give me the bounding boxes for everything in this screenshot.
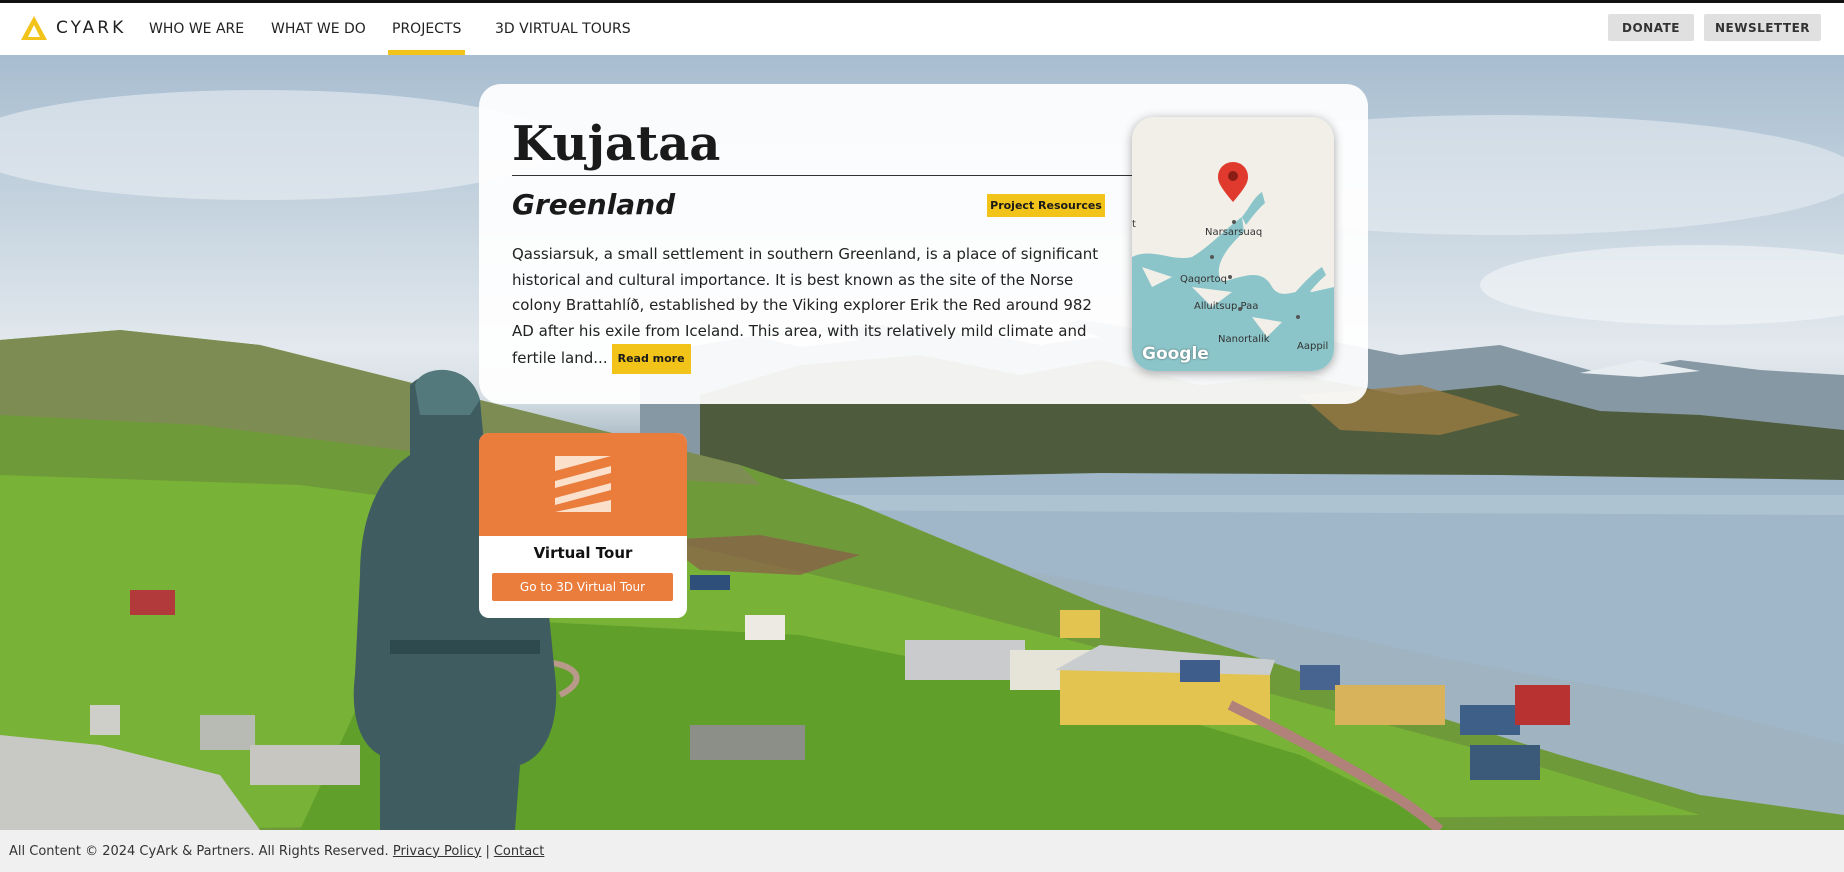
- go-to-virtual-tour-button[interactable]: Go to 3D Virtual Tour: [492, 573, 673, 601]
- virtual-tour-card: Virtual Tour Go to 3D Virtual Tour: [479, 433, 687, 618]
- project-title: Kujataa: [512, 116, 721, 172]
- footer-copyright: All Content © 2024 CyArk & Partners. All…: [9, 843, 389, 859]
- map-label-alluitsup-paa: Alluitsup Paa: [1194, 301, 1259, 312]
- privacy-policy-link[interactable]: Privacy Policy: [393, 844, 482, 859]
- project-resources-button[interactable]: Project Resources: [987, 194, 1105, 217]
- footer-separator: |: [485, 843, 490, 859]
- project-info-card: Kujataa Greenland Project Resources Qass…: [479, 84, 1368, 404]
- donate-button[interactable]: DONATE: [1608, 14, 1694, 41]
- nav-who-we-are[interactable]: WHO WE ARE: [149, 3, 244, 55]
- project-description: Qassiarsuk, a small settlement in southe…: [512, 242, 1112, 374]
- project-description-text: Qassiarsuk, a small settlement in southe…: [512, 245, 1099, 367]
- map-label-nanortalik: Nanortalik: [1218, 334, 1270, 345]
- map-label-qaqortoq: Qaqortoq: [1180, 274, 1227, 285]
- virtual-tour-banner: [479, 433, 687, 536]
- map-label-narsarsuaq: Narsarsuaq: [1205, 227, 1263, 238]
- read-more-button[interactable]: Read more: [611, 344, 691, 374]
- google-logo: Google: [1142, 344, 1209, 364]
- virtual-tour-icon: [555, 456, 611, 512]
- footer: All Content © 2024 CyArk & Partners. All…: [0, 830, 1844, 872]
- map-label-aappilattoq: Aappil: [1297, 341, 1329, 352]
- logo-text: CYARK: [56, 18, 127, 38]
- title-divider: [512, 175, 1162, 176]
- newsletter-button[interactable]: NEWSLETTER: [1704, 14, 1821, 41]
- virtual-tour-title: Virtual Tour: [533, 544, 633, 562]
- nav-what-we-do[interactable]: WHAT WE DO: [271, 3, 366, 55]
- map-terrain: [1132, 117, 1334, 371]
- nav-3d-virtual-tours[interactable]: 3D VIRTUAL TOURS: [495, 3, 631, 55]
- project-location: Greenland: [512, 188, 676, 221]
- contact-link[interactable]: Contact: [494, 844, 545, 859]
- navbar: CYARK WHO WE ARE WHAT WE DO PROJECTS 3D …: [0, 3, 1844, 55]
- cyark-logo[interactable]: CYARK: [20, 15, 126, 41]
- nav-projects[interactable]: PROJECTS: [387, 3, 466, 55]
- cyark-logo-icon: [21, 16, 47, 40]
- location-map[interactable]: Narsarsuaq Qaqortoq Alluitsup Paa Nanort…: [1132, 117, 1334, 371]
- map-label-edge: t: [1132, 219, 1136, 230]
